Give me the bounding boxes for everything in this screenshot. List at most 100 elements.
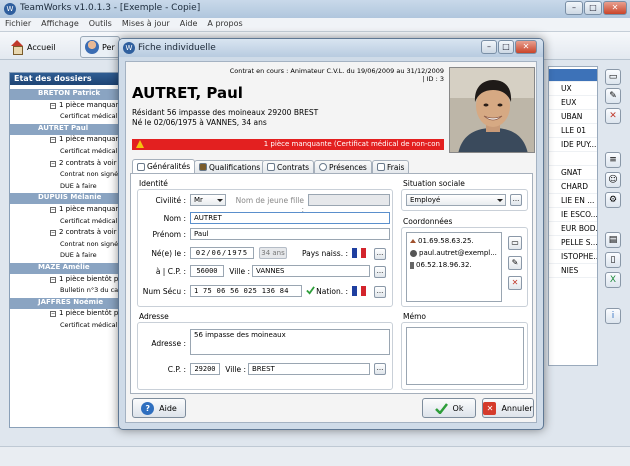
delete-icon[interactable]: ✕	[605, 108, 621, 124]
dialog-close-button[interactable]: ✕	[515, 40, 537, 54]
secu-field[interactable]: 1 75 06 56 025 136 84	[190, 285, 302, 297]
ok-button[interactable]: Ok	[422, 398, 476, 418]
add-contact-button[interactable]: ▭	[508, 236, 522, 250]
tree-detail-node[interactable]: Certificat médical de	[10, 217, 128, 228]
person-list-row[interactable]: CHARD	[549, 181, 597, 194]
tab-qualifications[interactable]: Qualifications	[194, 160, 266, 173]
collapse-toggle-icon[interactable]: −	[50, 160, 56, 167]
persons-button[interactable]: Per	[80, 36, 120, 58]
tree-person-node[interactable]: DUPUIS Mélanie	[10, 193, 125, 205]
tree-person-node[interactable]: MAZE Amélie	[10, 263, 125, 274]
person-list-row[interactable]: UX	[549, 83, 597, 96]
delete-contact-button[interactable]: ✕	[508, 276, 522, 290]
prenom-field[interactable]: Paul	[190, 228, 390, 240]
contact-entry[interactable]: 06.52.18.96.32.	[410, 260, 472, 270]
tree-detail-node[interactable]: DUE à faire	[10, 251, 97, 262]
help-button[interactable]: ? Aide	[132, 398, 186, 418]
cancel-button[interactable]: ✕ Annuler	[482, 398, 534, 418]
tree-person-node[interactable]: BRETON Patrick	[10, 89, 125, 100]
menu-a-propos[interactable]: A propos	[202, 18, 247, 29]
person-list-row[interactable]: IE ESCO...	[549, 209, 597, 222]
tab-generalites[interactable]: Généralités	[132, 159, 196, 173]
tree-person-node[interactable]: AUTRET Paul	[10, 123, 125, 135]
tree-detail-node[interactable]: Contrat non signé	[10, 240, 118, 251]
tree-issue-node[interactable]: −1 pièce manquante	[10, 205, 127, 216]
maximize-button[interactable]: □	[584, 1, 602, 15]
tree-issue-node[interactable]: −2 contrats à voir	[10, 228, 117, 239]
tree-detail-node[interactable]: Certificat médical de	[10, 112, 128, 123]
excel-icon[interactable]: X	[605, 272, 621, 288]
home-button[interactable]: Accueil	[6, 36, 60, 58]
tree-detail-node[interactable]: DUE à faire	[10, 182, 97, 193]
tree-issue-node[interactable]: −1 pièce bientôt périm	[10, 275, 134, 286]
print-icon[interactable]: ▤	[605, 232, 621, 248]
person-photo[interactable]	[449, 67, 535, 153]
collapse-toggle-icon[interactable]: −	[50, 230, 56, 237]
collapse-toggle-icon[interactable]: −	[50, 311, 56, 318]
person-list-row[interactable]: LLE 01	[549, 125, 597, 138]
person-list-row[interactable]	[549, 153, 597, 166]
edit-icon[interactable]: ✎	[605, 88, 621, 104]
contact-list[interactable]: 01.69.58.63.25. paul.autret@exempl... 06…	[406, 232, 502, 302]
close-button[interactable]: ✕	[603, 1, 627, 15]
dialog-minimize-button[interactable]: –	[481, 40, 497, 54]
collapse-toggle-icon[interactable]: −	[50, 102, 56, 109]
new-document-icon[interactable]: ▭	[605, 69, 621, 85]
person-list-row[interactable]: LIE EN ...	[549, 195, 597, 208]
tab-presences[interactable]: Présences	[314, 160, 372, 173]
birth-country-button[interactable]: ...	[374, 248, 386, 260]
menu-fichier[interactable]: Fichier	[0, 18, 36, 29]
address-city-button[interactable]: ...	[374, 363, 386, 375]
person-list-row[interactable]: PELLE S...	[549, 237, 597, 250]
menu-affichage[interactable]: Affichage	[36, 18, 84, 29]
person-list-row[interactable]: GNAT	[549, 167, 597, 180]
person-list-row[interactable]: NIES	[549, 265, 597, 278]
person-list-row[interactable]: UBAN	[549, 111, 597, 124]
person-list-row[interactable]	[549, 69, 597, 82]
tree-issue-node[interactable]: −1 pièce manquante	[10, 101, 127, 112]
address-cp-field[interactable]: 29200	[190, 363, 220, 375]
person-list-row[interactable]: ISTOPHE...	[549, 251, 597, 264]
collapse-toggle-icon[interactable]: −	[50, 276, 56, 283]
memo-field[interactable]	[406, 327, 524, 385]
list-icon[interactable]: ≡	[605, 152, 621, 168]
tab-contrats[interactable]: Contrats	[262, 160, 315, 173]
tab-frais[interactable]: Frais	[372, 160, 410, 173]
tree-detail-node[interactable]: Bulletin n°3 du casier	[10, 286, 130, 297]
nationality-button[interactable]: ...	[374, 286, 386, 298]
minimize-button[interactable]: –	[565, 1, 583, 15]
person-list[interactable]: UX EUX UBAN LLE 01 IDE PUY... GNAT CHARD LIE EN…	[548, 66, 598, 366]
collapse-toggle-icon[interactable]: −	[50, 137, 56, 144]
contact-entry[interactable]: 01.69.58.63.25.	[410, 236, 474, 246]
person-list-row[interactable]: EUR BOD...	[549, 223, 597, 236]
address-field[interactable]: 56 impasse des moineaux	[190, 329, 390, 355]
tree-issue-node[interactable]: −2 contrats à voir	[10, 159, 117, 170]
contact-entry[interactable]: paul.autret@exempl...	[410, 248, 497, 258]
address-city-field[interactable]: BREST	[248, 363, 370, 375]
collapse-toggle-icon[interactable]: −	[50, 207, 56, 213]
social-situation-select[interactable]: Employé	[406, 194, 506, 206]
tree-person-node[interactable]: JAFFRES Noémie	[10, 297, 125, 309]
nom-field[interactable]: AUTRET	[190, 212, 390, 224]
settings-icon[interactable]: ⚙	[605, 192, 621, 208]
tree-detail-node[interactable]: Contrat non signé	[10, 170, 118, 181]
menu-mises-a-jour[interactable]: Mises à jour	[117, 18, 175, 29]
civilite-select[interactable]: Mr	[190, 194, 226, 206]
birth-city-button[interactable]: ...	[374, 266, 386, 278]
tree-detail-node[interactable]: Certificat médical de	[10, 147, 128, 158]
social-situation-button[interactable]: ...	[510, 194, 522, 206]
person-list-row[interactable]: EUX	[549, 97, 597, 110]
tree-detail-node[interactable]: Certificat médical de	[10, 321, 128, 332]
info-icon[interactable]: i	[605, 308, 621, 324]
tree-issue-node[interactable]: −1 pièce manquante	[10, 135, 127, 146]
menu-aide[interactable]: Aide	[175, 18, 203, 29]
edit-contact-button[interactable]: ✎	[508, 256, 522, 270]
tree-issue-node[interactable]: −1 pièce bientôt périm	[10, 309, 134, 320]
menu-outils[interactable]: Outils	[84, 18, 117, 29]
birth-cp-field[interactable]: 56000	[190, 265, 224, 277]
birthdate-field[interactable]: 02/06/1975	[190, 247, 254, 259]
maiden-name-field[interactable]	[308, 194, 390, 206]
birth-city-field[interactable]: VANNES	[252, 265, 370, 277]
dialog-maximize-button[interactable]: □	[498, 40, 514, 54]
person-list-row[interactable]: IDE PUY...	[549, 139, 597, 152]
